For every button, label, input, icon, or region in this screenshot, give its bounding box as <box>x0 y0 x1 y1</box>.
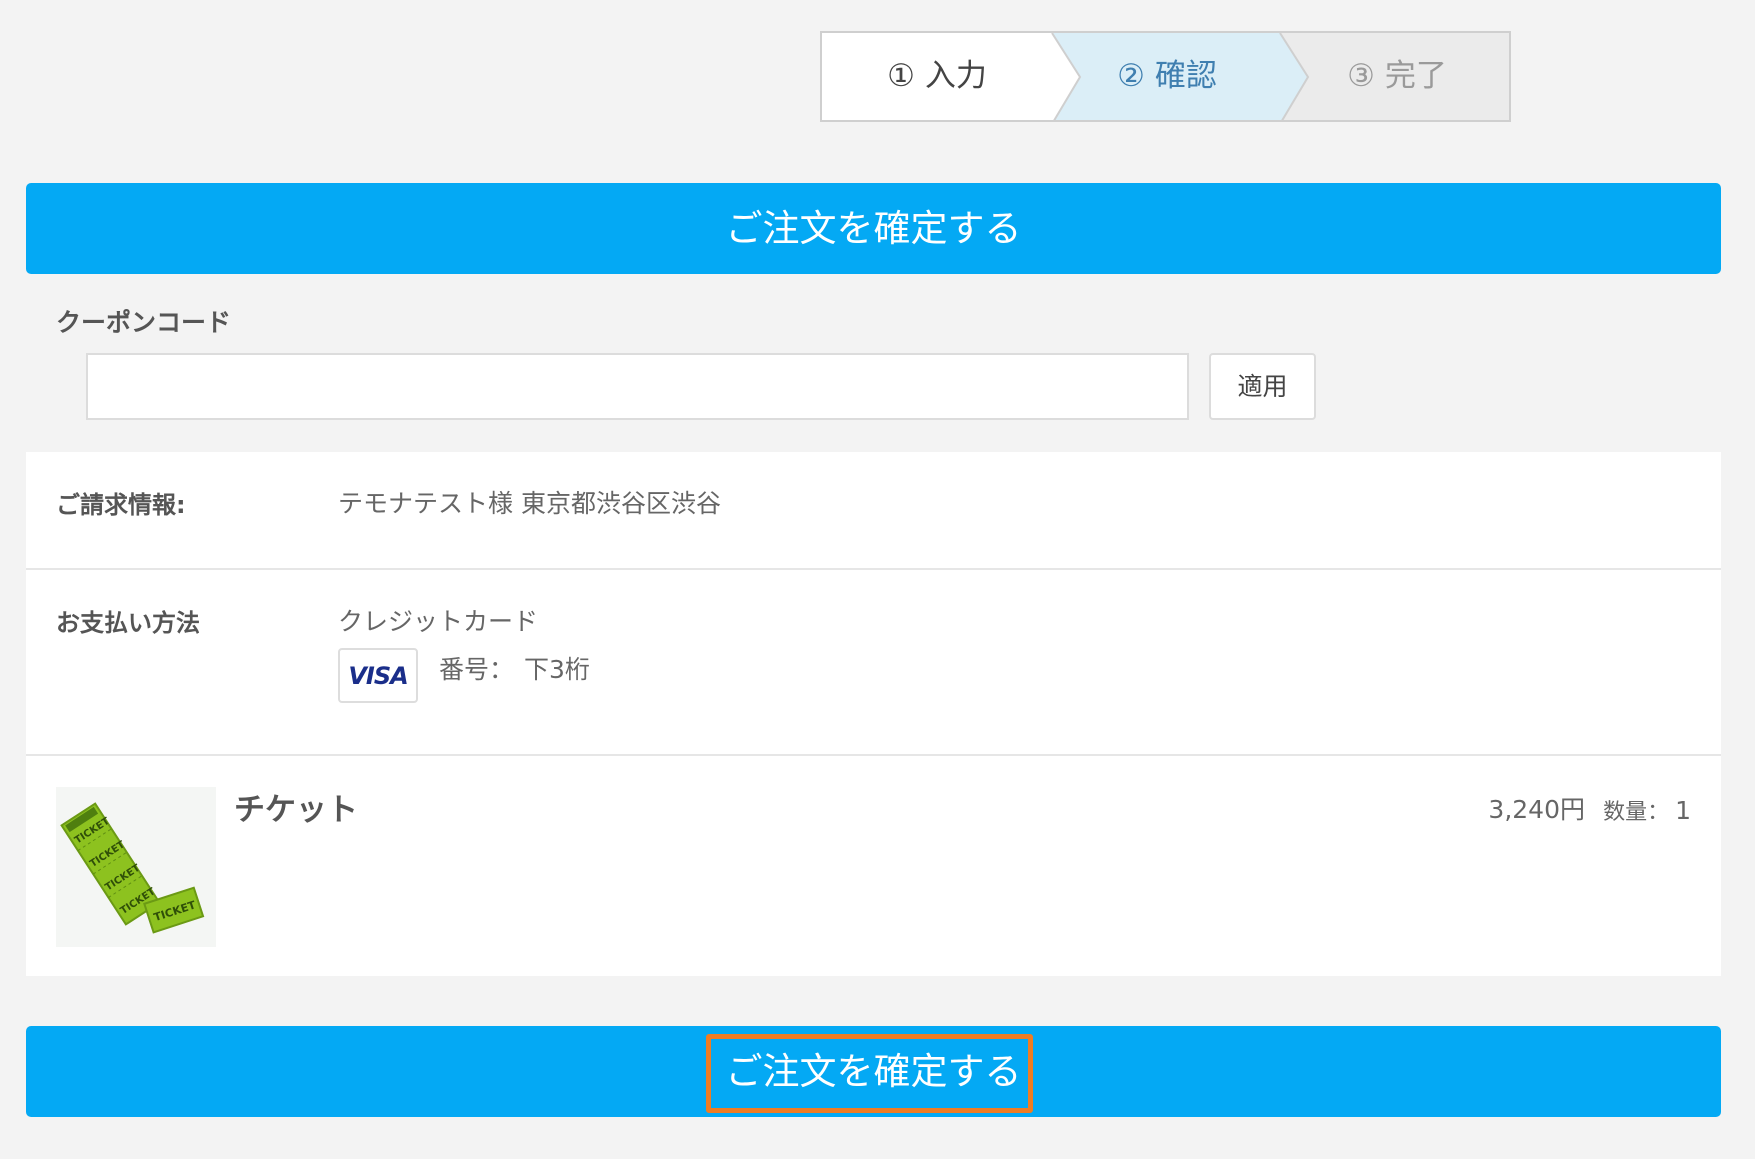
product-quantity: 数量： 1 <box>1603 794 1691 826</box>
quantity-label: 数量： <box>1603 800 1670 825</box>
ticket-product-image: TICKET TICKET TICKET TICKET TICKET <box>56 787 216 947</box>
step-indicator: ① 入力 ② 確認 ③ 完了 <box>820 31 1511 122</box>
step-complete: ③ 完了 <box>1347 58 1447 94</box>
coupon-apply-button[interactable]: 適用 <box>1209 353 1316 420</box>
row-divider <box>26 754 1721 756</box>
coupon-code-input[interactable] <box>86 353 1189 420</box>
card-number: 番号： 下3桁 <box>439 650 600 686</box>
quantity-value: 1 <box>1675 796 1691 825</box>
ticket-icon: TICKET TICKET TICKET TICKET TICKET <box>60 802 205 934</box>
payment-method: クレジットカード <box>338 607 539 636</box>
payment-label: お支払い方法 <box>56 609 200 637</box>
billing-label: ご請求情報: <box>56 491 186 519</box>
confirm-order-label: ご注文を確定する <box>725 1050 1022 1093</box>
card-number-value: 下3桁 <box>524 655 590 684</box>
product-name: チケット <box>234 792 358 828</box>
billing-value: テモナテスト様 東京都渋谷区渋谷 <box>338 489 721 518</box>
product-price: 3,240円 <box>1488 795 1585 824</box>
step-confirm: ② 確認 <box>1117 58 1217 94</box>
order-summary-card: ご請求情報: テモナテスト様 東京都渋谷区渋谷 お支払い方法 クレジットカード … <box>26 452 1721 976</box>
confirm-order-button-top[interactable]: ご注文を確定する <box>26 183 1721 274</box>
card-number-label: 番号： <box>439 655 515 684</box>
row-divider <box>26 568 1721 570</box>
visa-card-icon: VISA <box>338 648 418 703</box>
coupon-label: クーポンコード <box>56 308 232 337</box>
confirm-order-label: ご注文を確定する <box>725 207 1022 250</box>
step-input: ① 入力 <box>887 58 987 94</box>
confirm-order-button-bottom[interactable]: ご注文を確定する <box>26 1026 1721 1117</box>
